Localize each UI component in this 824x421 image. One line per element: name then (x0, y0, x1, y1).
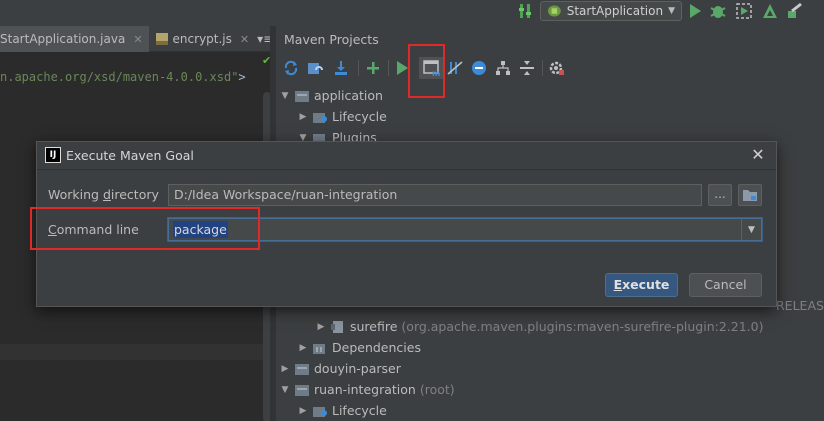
close-icon[interactable]: ✕ (749, 146, 767, 164)
code-punct: > (238, 70, 246, 84)
run-icon[interactable] (686, 2, 704, 20)
show-dependencies-icon[interactable] (494, 59, 512, 77)
profile-icon[interactable] (761, 2, 779, 20)
tree-item-lifecycle[interactable]: ▶ Lifecycle (298, 106, 387, 127)
tree-item-lifecycle-root[interactable]: ▶ Lifecycle (298, 400, 387, 421)
tree-item-label: douyin-parser (314, 361, 401, 376)
tree-item-note: (org.apache.maven.plugins:maven-surefire… (401, 319, 764, 334)
maven-toolbar: m (276, 54, 824, 82)
run-configuration-label: StartApplication (566, 4, 664, 18)
generate-sources-icon[interactable] (306, 59, 324, 77)
tree-item-application[interactable]: ▼ application (280, 85, 383, 106)
tree-item-surefire[interactable]: ▶ surefire (org.apache.maven.plugins:mav… (316, 316, 764, 337)
tree-item-dependencies[interactable]: ▶ Dependencies (298, 337, 421, 358)
tree-item-label: application (314, 88, 383, 103)
chevron-down-icon[interactable]: ▼ (741, 219, 761, 240)
close-icon[interactable]: ✕ (133, 33, 142, 46)
caret-row-highlight (0, 344, 270, 360)
tree-item-label: Lifecycle (332, 109, 387, 124)
browse-button[interactable]: ... (708, 184, 732, 206)
reimport-icon[interactable] (282, 59, 300, 77)
tree-item-plugin-release[interactable]: RELEASE (776, 295, 824, 316)
expanded-arrow-icon[interactable]: ▼ (280, 91, 290, 101)
editor-tab-bar: StartApplication.java ✕ encrypt.js ✕ ▾≡3 (0, 26, 281, 52)
folder-icon (743, 190, 757, 201)
expanded-arrow-icon[interactable]: ▼ (280, 385, 290, 395)
highlight-box-execute-goal (408, 44, 445, 98)
download-sources-icon[interactable] (332, 59, 350, 77)
collapse-all-icon[interactable] (518, 59, 536, 77)
maven-module-icon (295, 363, 309, 375)
coverage-icon[interactable] (735, 2, 753, 20)
code-line[interactable]: n.apache.org/xsd/maven-4.0.0.xsd"> (0, 70, 246, 84)
execute-button[interactable]: Execute (605, 273, 678, 297)
working-directory-label: Working directory (48, 187, 159, 202)
collapsed-arrow-icon[interactable]: ▶ (316, 322, 326, 332)
collapsed-arrow-icon[interactable]: ▶ (280, 364, 290, 374)
debug-icon[interactable] (709, 2, 727, 20)
maven-settings-icon[interactable] (548, 59, 566, 77)
dialog-title-bar[interactable]: IJ Execute Maven Goal ✕ (37, 142, 776, 170)
lifecycle-folder-icon (313, 112, 327, 123)
tree-item-note: (root) (419, 382, 455, 397)
toggle-offline-icon[interactable] (446, 59, 464, 77)
skip-tests-icon[interactable] (470, 59, 488, 77)
working-directory-field[interactable]: D:/Idea Workspace/ruan-integration (168, 184, 702, 206)
editor-tab-startapplication[interactable]: StartApplication.java ✕ (0, 26, 149, 52)
run-config-icon (547, 5, 561, 17)
vcs-update-icon[interactable] (516, 2, 534, 20)
tree-item-label: ruan-integration (314, 382, 416, 397)
tree-item-douyin-parser[interactable]: ▶ douyin-parser (280, 358, 401, 379)
intellij-logo-icon: IJ (45, 147, 61, 163)
editor-tab-encrypt[interactable]: encrypt.js ✕ (149, 26, 256, 52)
dependencies-folder-icon (313, 343, 325, 354)
run-configuration-select[interactable]: StartApplication ▼ (540, 1, 682, 21)
tree-item-label: surefire (350, 319, 398, 334)
tree-item-label: RELEASE (776, 298, 824, 313)
build-icon[interactable] (786, 2, 804, 20)
chevron-down-icon: ▼ (668, 6, 675, 16)
close-icon[interactable]: ✕ (240, 33, 249, 46)
javascript-file-icon (155, 33, 168, 45)
cancel-button[interactable]: Cancel (689, 273, 762, 297)
lifecycle-folder-icon (313, 406, 327, 417)
editor-tab-label: StartApplication.java (0, 32, 126, 46)
tree-item-label: Dependencies (332, 340, 421, 355)
highlight-box-command-line (30, 207, 260, 250)
add-icon[interactable] (364, 59, 382, 77)
folder-button[interactable] (738, 184, 762, 206)
dialog-title: Execute Maven Goal (66, 148, 194, 163)
tree-item-ruan-integration[interactable]: ▼ ruan-integration (root) (280, 379, 455, 400)
editor-tab-label: encrypt.js (172, 32, 232, 46)
panel-title: Maven Projects (284, 32, 379, 47)
plugin-icon (331, 320, 343, 333)
collapsed-arrow-icon[interactable]: ▶ (298, 343, 308, 353)
collapsed-arrow-icon[interactable]: ▶ (298, 406, 308, 416)
maven-module-icon (295, 384, 309, 396)
collapsed-arrow-icon[interactable]: ▶ (298, 112, 308, 122)
run-toolbar: StartApplication ▼ (0, 0, 824, 26)
maven-module-icon (295, 90, 309, 102)
code-string: n.apache.org/xsd/maven-4.0.0.xsd (0, 70, 232, 84)
tree-item-label: Lifecycle (332, 403, 387, 418)
